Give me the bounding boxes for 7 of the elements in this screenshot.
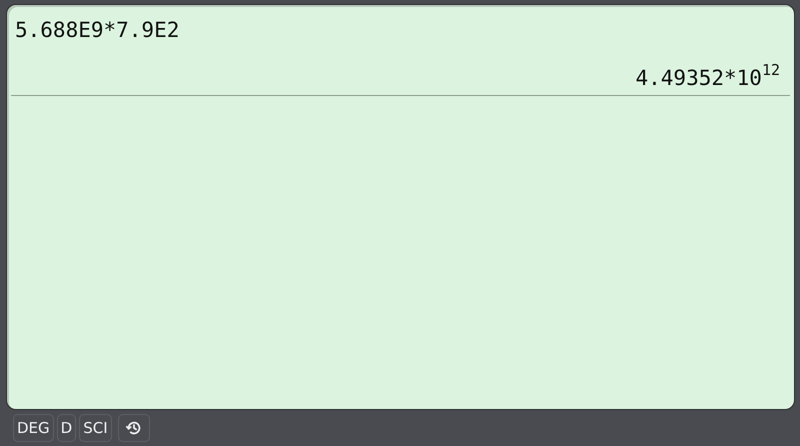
- mode-button[interactable]: SCI: [79, 414, 112, 442]
- history-button[interactable]: [118, 414, 150, 442]
- result-text: 4.49352*10$^{12}$: [636, 60, 781, 91]
- mode-button[interactable]: D: [56, 414, 76, 442]
- history-icon: [124, 419, 143, 437]
- expression-text: 5.688E9*7.9E2: [14, 17, 180, 43]
- mode-button[interactable]: DEG: [13, 414, 54, 442]
